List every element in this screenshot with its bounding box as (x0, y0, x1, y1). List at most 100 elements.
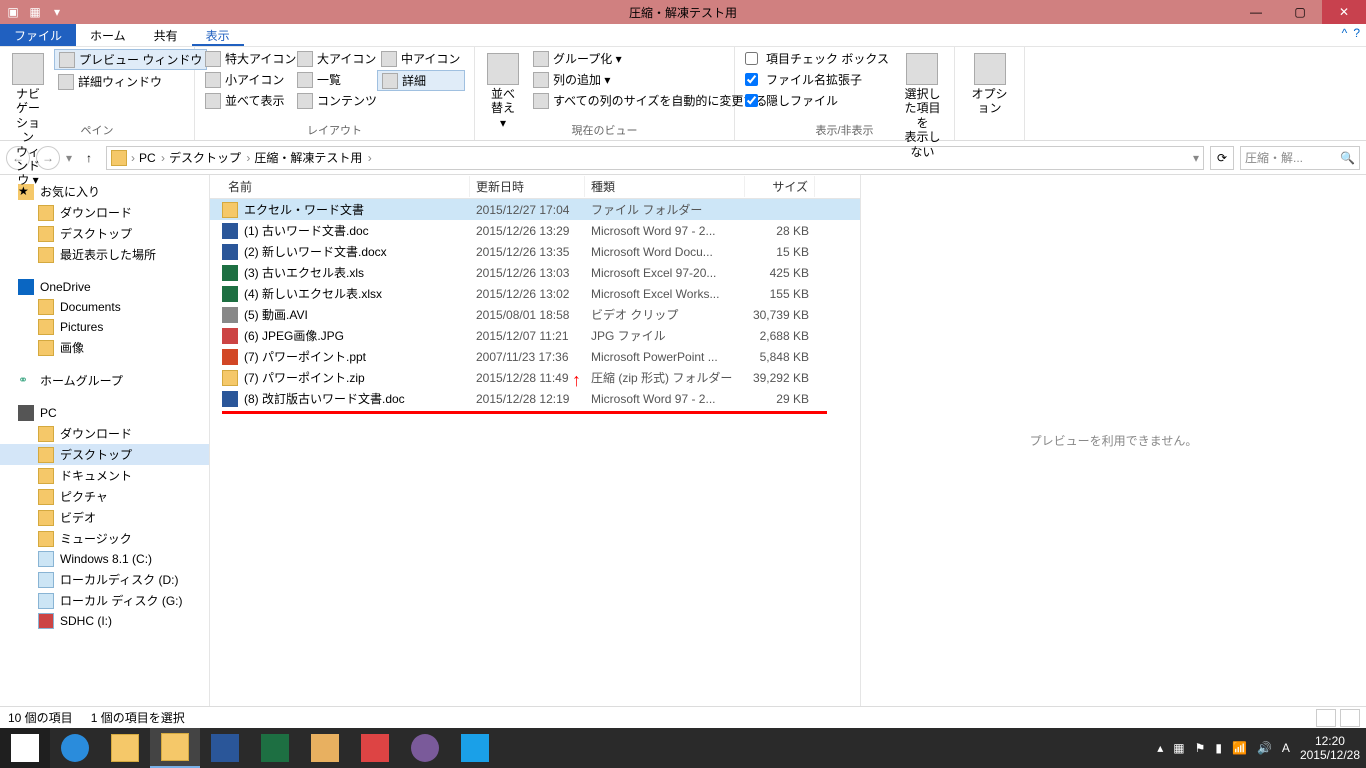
help-icon[interactable]: ? (1353, 26, 1360, 40)
ribbon-group-current-label: 現在のビュー (475, 122, 734, 138)
taskbar-snipping[interactable] (350, 728, 400, 768)
file-row[interactable]: (7) パワーポイント.zip2015/12/28 11:49圧縮 (zip 形… (210, 367, 860, 388)
preview-pane-label: プレビュー ウィンドウ (79, 51, 202, 68)
tray-battery-icon[interactable]: ▮ (1215, 741, 1222, 755)
refresh-button[interactable]: ⟳ (1210, 146, 1234, 170)
view-list-button[interactable]: 一覧 (293, 70, 373, 89)
file-row[interactable]: (1) 古いワード文書.doc2015/12/26 13:29Microsoft… (210, 220, 860, 241)
view-details-icon[interactable] (1316, 709, 1336, 727)
ppt-icon (222, 349, 238, 365)
item-checkboxes-toggle[interactable]: 項目チェック ボックス (741, 49, 893, 68)
close-button[interactable]: ✕ (1322, 0, 1366, 24)
view-thumbs-icon[interactable] (1340, 709, 1360, 727)
folder-icon (38, 226, 54, 242)
tray-clock[interactable]: 12:20 2015/12/28 (1300, 734, 1360, 763)
breadcrumb-item[interactable]: 圧縮・解凍テスト用 (254, 149, 371, 166)
jpg-icon (222, 328, 238, 344)
tray-expand-icon[interactable]: ▴ (1157, 741, 1163, 755)
taskbar-explorer[interactable] (150, 728, 200, 768)
minimize-button[interactable]: — (1234, 0, 1278, 24)
file-list[interactable]: エクセル・ワード文書2015/12/27 17:04ファイル フォルダー(1) … (210, 199, 860, 706)
onedrive-icon (18, 279, 34, 295)
taskbar-word[interactable] (200, 728, 250, 768)
qat-newfolder-icon[interactable]: ▦ (26, 3, 44, 21)
nav-item[interactable]: デスクトップ (0, 444, 209, 465)
qat-properties-icon[interactable]: ▣ (4, 3, 22, 21)
nav-item[interactable]: ピクチャ (0, 486, 209, 507)
view-content-button[interactable]: コンテンツ (293, 91, 373, 110)
navigation-pane-button[interactable]: ナビゲーション ウィンドウ ▾ (6, 49, 50, 192)
column-date[interactable]: 更新日時 (470, 176, 585, 197)
qat-dropdown-icon[interactable]: ▾ (48, 3, 66, 21)
nav-item[interactable]: デスクトップ (0, 223, 209, 244)
tray-network-icon[interactable]: ▦ (1173, 741, 1184, 755)
taskbar-app2[interactable] (450, 728, 500, 768)
search-box[interactable]: 圧縮・解... 🔍 (1240, 146, 1360, 170)
taskbar-excel[interactable] (250, 728, 300, 768)
nav-item[interactable]: Pictures (0, 317, 209, 337)
view-medium-button[interactable]: 中アイコン (377, 49, 465, 68)
maximize-button[interactable]: ▢ (1278, 0, 1322, 24)
taskbar-ie[interactable] (50, 728, 100, 768)
nav-onedrive[interactable]: OneDrive (0, 277, 209, 297)
nav-item[interactable]: ミュージック (0, 528, 209, 549)
file-row[interactable]: (4) 新しいエクセル表.xlsx2015/12/26 13:02Microso… (210, 283, 860, 304)
view-large-button[interactable]: 大アイコン (293, 49, 373, 68)
column-size[interactable]: サイズ (745, 176, 815, 197)
tray-wifi-icon[interactable]: 📶 (1232, 741, 1247, 755)
file-row[interactable]: (2) 新しいワード文書.docx2015/12/26 13:35Microso… (210, 241, 860, 262)
hide-selected-button[interactable]: 選択した項目を 表示しない (897, 49, 948, 163)
nav-item[interactable]: ローカル ディスク (G:) (0, 590, 209, 611)
taskbar-app1[interactable] (400, 728, 450, 768)
file-row[interactable]: (8) 改訂版古いワード文書.doc2015/12/28 12:19Micros… (210, 388, 860, 409)
file-row[interactable]: エクセル・ワード文書2015/12/27 17:04ファイル フォルダー (210, 199, 860, 220)
nav-homegroup[interactable]: ⚭ホームグループ (0, 370, 209, 391)
nav-item[interactable]: 画像 (0, 337, 209, 358)
tray-volume-icon[interactable]: 🔊 (1257, 741, 1272, 755)
file-row[interactable]: (3) 古いエクセル表.xls2015/12/26 13:03Microsoft… (210, 262, 860, 283)
nav-item[interactable]: 最近表示した場所 (0, 244, 209, 265)
nav-item[interactable]: SDHC (I:) (0, 611, 209, 631)
file-size: 29 KB (745, 392, 815, 406)
nav-pc[interactable]: PC (0, 403, 209, 423)
tab-file[interactable]: ファイル (0, 24, 76, 46)
tab-home[interactable]: ホーム (76, 24, 140, 46)
preview-unavailable-label: プレビューを利用できません。 (1030, 432, 1198, 449)
view-details-button[interactable]: 詳細 (377, 70, 465, 91)
file-type: 圧縮 (zip 形式) フォルダー (585, 369, 745, 386)
file-date: 2015/12/26 13:29 (470, 224, 585, 238)
hidden-items-toggle[interactable]: 隠しファイル (741, 91, 893, 110)
address-bar[interactable]: › PC デスクトップ 圧縮・解凍テスト用 ▾ (106, 146, 1204, 170)
nav-item[interactable]: ダウンロード (0, 423, 209, 444)
file-row[interactable]: (7) パワーポイント.ppt2007/11/23 17:36Microsoft… (210, 346, 860, 367)
word-icon (211, 734, 239, 762)
start-button[interactable] (0, 728, 50, 768)
nav-item[interactable]: Windows 8.1 (C:) (0, 549, 209, 569)
system-tray[interactable]: ▴ ▦ ⚑ ▮ 📶 🔊 A 12:20 2015/12/28 (1157, 734, 1360, 763)
tab-view[interactable]: 表示 (192, 24, 244, 46)
nav-item[interactable]: ローカルディスク (D:) (0, 569, 209, 590)
file-row[interactable]: (6) JPEG画像.JPG2015/12/07 11:21JPG ファイル2,… (210, 325, 860, 346)
view-small-button[interactable]: 小アイコン (201, 70, 289, 89)
nav-item[interactable]: ビデオ (0, 507, 209, 528)
navigation-pane[interactable]: ★お気に入り ダウンロード デスクトップ 最近表示した場所 OneDrive D… (0, 175, 210, 706)
tray-ime[interactable]: A (1282, 741, 1290, 755)
taskbar-paint[interactable] (300, 728, 350, 768)
address-dropdown[interactable]: ▾ (1193, 151, 1199, 165)
taskbar-libraries[interactable] (100, 728, 150, 768)
column-name[interactable]: 名前 (210, 176, 470, 197)
options-button[interactable]: オプション (961, 49, 1018, 120)
column-type[interactable]: 種類 (585, 176, 745, 197)
preview-pane-button[interactable]: プレビュー ウィンドウ (54, 49, 207, 70)
nav-item[interactable]: ダウンロード (0, 202, 209, 223)
view-tiles-button[interactable]: 並べて表示 (201, 91, 289, 110)
ribbon-expand-icon[interactable]: ^ (1342, 26, 1348, 40)
tray-flag-icon[interactable]: ⚑ (1195, 741, 1206, 755)
nav-item[interactable]: ドキュメント (0, 465, 209, 486)
details-pane-button[interactable]: 詳細ウィンドウ (54, 72, 207, 91)
nav-item[interactable]: Documents (0, 297, 209, 317)
tab-share[interactable]: 共有 (140, 24, 192, 46)
file-row[interactable]: (5) 動画.AVI2015/08/01 18:58ビデオ クリップ30,739… (210, 304, 860, 325)
file-ext-toggle[interactable]: ファイル名拡張子 (741, 70, 893, 89)
view-xlarge-button[interactable]: 特大アイコン (201, 49, 289, 68)
